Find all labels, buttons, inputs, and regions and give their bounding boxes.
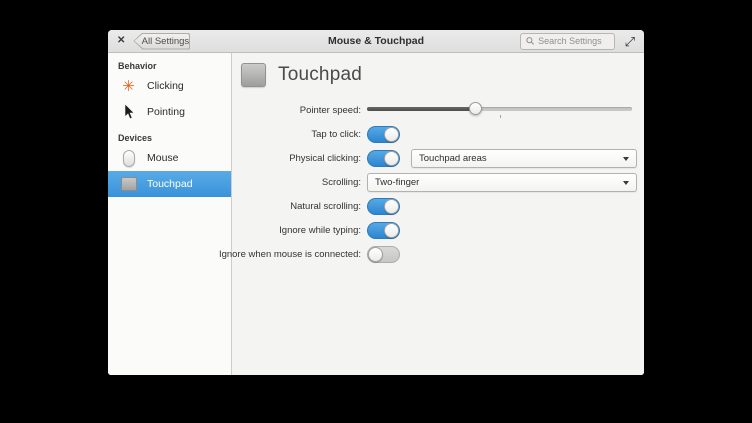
starburst-icon: ✳: [120, 79, 137, 94]
content-pane: Touchpad Pointer speed:: [232, 53, 644, 375]
pointer-speed-slider[interactable]: [367, 102, 632, 120]
ignore-while-typing-toggle[interactable]: [367, 222, 400, 239]
window-title: Mouse & Touchpad: [328, 35, 424, 47]
toggle-knob: [384, 151, 399, 166]
sidebar-item-pointing[interactable]: Pointing: [108, 99, 231, 125]
row-scrolling: Scrolling: Two-finger: [232, 171, 637, 194]
touchpad-large-icon: [241, 63, 266, 87]
sidebar-heading-behavior: Behavior: [108, 59, 231, 73]
physical-clicking-dropdown[interactable]: Touchpad areas: [411, 149, 637, 168]
natural-scrolling-toggle[interactable]: [367, 198, 400, 215]
sidebar-item-mouse[interactable]: Mouse: [108, 145, 231, 171]
sidebar-item-label: Mouse: [147, 152, 179, 164]
slider-center-tick: [500, 115, 501, 118]
toggle-knob: [384, 199, 399, 214]
ignore-mouse-connected-toggle[interactable]: [367, 246, 400, 263]
ignore-mouse-connected-label: Ignore when mouse is connected:: [219, 249, 361, 260]
dropdown-value: Touchpad areas: [419, 153, 487, 164]
search-input[interactable]: [538, 36, 609, 46]
cursor-icon: [120, 104, 137, 120]
ignore-while-typing-label: Ignore while typing:: [279, 225, 361, 236]
toggle-knob: [384, 223, 399, 238]
dropdown-value: Two-finger: [375, 177, 419, 188]
sidebar-item-clicking[interactable]: ✳ Clicking: [108, 73, 231, 99]
scrolling-dropdown[interactable]: Two-finger: [367, 173, 637, 192]
tap-to-click-toggle[interactable]: [367, 126, 400, 143]
sidebar-item-label: Touchpad: [147, 178, 193, 190]
titlebar: ✕ All Settings Mouse & Touchpad ⤢: [108, 30, 644, 53]
row-pointer-speed: Pointer speed:: [232, 99, 637, 122]
sidebar-item-touchpad[interactable]: Touchpad: [108, 171, 231, 197]
page-title: Touchpad: [278, 64, 362, 86]
search-field[interactable]: [520, 33, 615, 50]
chevron-down-icon: [623, 181, 629, 185]
chevron-down-icon: [623, 157, 629, 161]
pointer-speed-handle[interactable]: [469, 102, 482, 115]
toggle-knob: [384, 127, 399, 142]
touchpad-icon: [120, 177, 137, 191]
close-icon[interactable]: ✕: [117, 36, 125, 46]
tap-to-click-label: Tap to click:: [311, 129, 361, 140]
row-tap-to-click: Tap to click:: [232, 123, 637, 146]
row-ignore-while-typing: Ignore while typing:: [232, 219, 637, 242]
scrolling-label: Scrolling:: [322, 177, 361, 188]
back-button-label: All Settings: [134, 34, 189, 49]
sidebar: Behavior ✳ Clicking Pointing Devices: [108, 53, 232, 375]
natural-scrolling-label: Natural scrolling:: [290, 201, 361, 212]
sidebar-heading-devices: Devices: [108, 131, 231, 145]
physical-clicking-toggle[interactable]: [367, 150, 400, 167]
physical-clicking-label: Physical clicking:: [289, 153, 361, 164]
sidebar-item-label: Clicking: [147, 80, 184, 92]
pointer-speed-fill: [367, 107, 476, 111]
toggle-knob: [368, 247, 383, 262]
row-physical-clicking: Physical clicking: Touchpad areas: [232, 147, 637, 170]
pointer-speed-label: Pointer speed:: [300, 105, 361, 116]
settings-window: ✕ All Settings Mouse & Touchpad ⤢ Behavi…: [108, 30, 644, 375]
search-icon: [526, 36, 535, 46]
row-ignore-mouse-connected: Ignore when mouse is connected:: [232, 243, 637, 266]
expand-icon[interactable]: ⤢: [625, 35, 635, 48]
mouse-icon: [120, 150, 137, 167]
sidebar-item-label: Pointing: [147, 106, 185, 118]
row-natural-scrolling: Natural scrolling:: [232, 195, 637, 218]
all-settings-button[interactable]: All Settings: [133, 33, 190, 50]
